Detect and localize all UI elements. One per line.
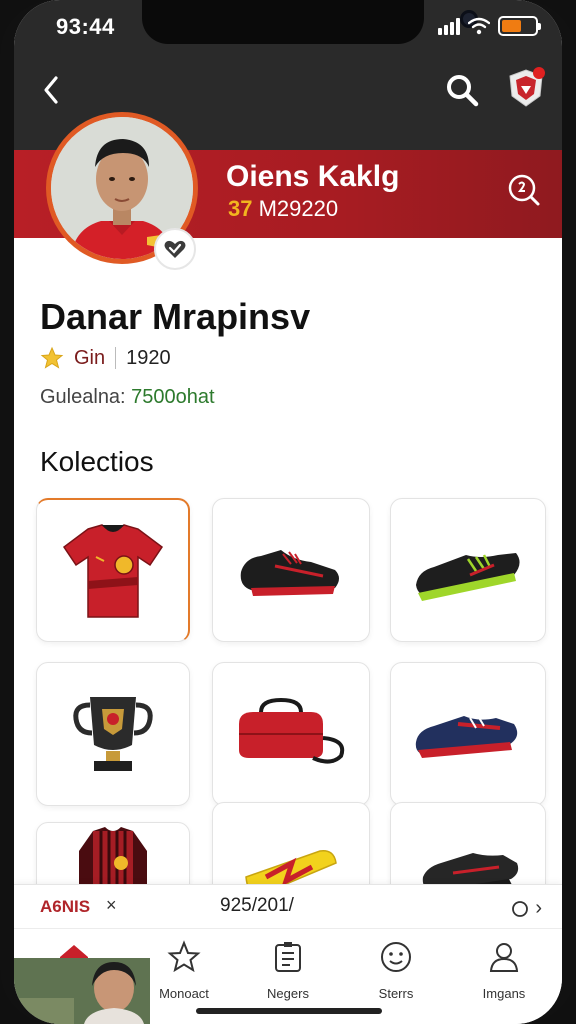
collection-item-red-jersey[interactable] [36, 498, 190, 642]
tab-negers[interactable]: Negers [238, 939, 338, 1001]
collection-item-trophy[interactable] [36, 662, 190, 806]
screen: 93:44 Oiens Kaklg 37 M29220 Danar Mrapin… [14, 0, 562, 1024]
battery-icon [498, 16, 541, 36]
banner-number-rest: M29220 [252, 196, 339, 221]
tab-sterrs[interactable]: Sterrs [346, 939, 446, 1001]
boot-icon [240, 550, 339, 596]
star-icon [167, 940, 201, 973]
back-icon[interactable] [38, 72, 66, 108]
heart-check-icon [164, 240, 186, 258]
bag-icon [239, 697, 345, 764]
rating-value: 1920 [126, 346, 171, 369]
value-label: Gulealna: [40, 386, 132, 408]
picture-in-picture-video[interactable] [14, 958, 150, 1024]
banner-name: Oiens Kaklg [226, 160, 400, 193]
collection-item-black-red-boots[interactable] [212, 498, 370, 642]
tab-label: Negers [267, 986, 309, 1001]
search-icon[interactable] [442, 70, 482, 110]
circle-icon [512, 900, 529, 917]
phone-frame: 93:44 Oiens Kaklg 37 M29220 Danar Mrapin… [0, 0, 576, 1024]
rating-row: Gin 1920 [40, 346, 171, 370]
tab-label: Imgans [482, 986, 526, 1001]
summary-label: A6NIS [40, 897, 91, 916]
collection-item-blue-red-boots[interactable] [390, 662, 546, 806]
banner-search-icon[interactable] [506, 172, 542, 208]
chevron-right-icon: › [535, 897, 542, 919]
person-icon [489, 943, 519, 972]
summary-value: 925/201/ [220, 895, 294, 916]
banner-number: 37 M29220 [228, 196, 338, 222]
boot-icon [416, 553, 520, 601]
tab-imgans[interactable]: Imgans [454, 939, 554, 1001]
notch [142, 0, 478, 44]
smile-icon [381, 942, 411, 972]
jersey-icon [62, 523, 163, 618]
shield-notification-icon[interactable] [506, 66, 546, 110]
summary-expand-button[interactable]: › [511, 897, 542, 920]
divider [115, 347, 117, 369]
trophy-icon [73, 697, 153, 771]
star-icon [40, 346, 64, 369]
status-icons [438, 16, 541, 36]
verified-badge [154, 228, 196, 270]
collection-title: Kolectios [40, 446, 154, 477]
value-row: Gulealna: 7500ohat [40, 386, 215, 409]
board-icon [275, 942, 301, 972]
banner-number-highlight: 37 [228, 196, 253, 221]
summary-close-button[interactable]: × [106, 895, 117, 916]
bottom-summary-bar: A6NIS × 925/201/ › [14, 884, 562, 928]
signal-icon [438, 17, 460, 35]
profile-name: Danar Mrapinsv [40, 296, 311, 337]
collection-item-red-bag[interactable] [212, 662, 370, 806]
wifi-icon [468, 17, 490, 35]
status-time: 93:44 [56, 14, 115, 39]
value-amount: 7500ohat [131, 386, 215, 408]
boot-icon [415, 715, 518, 758]
tab-label: Sterrs [378, 986, 414, 1001]
rating-label: Gin [74, 346, 106, 369]
collection-item-black-green-boots[interactable] [390, 498, 546, 642]
home-indicator [196, 1008, 382, 1014]
